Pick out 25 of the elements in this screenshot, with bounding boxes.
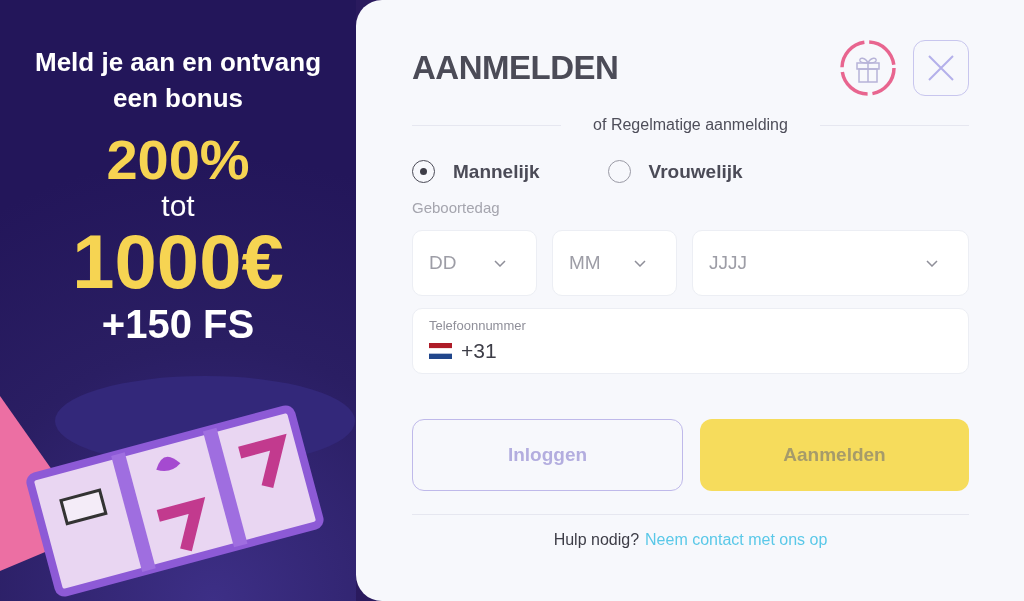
gender-radio[interactable]: Vrouwelijk — [607, 160, 743, 183]
gender-radio[interactable]: Mannelijk — [412, 160, 540, 183]
date-select[interactable]: MM — [552, 230, 677, 296]
promo-headline: Meld je aan en ontvang een bonus — [33, 46, 323, 115]
bonus-amount: 1000€ — [72, 222, 284, 302]
chevron-down-icon — [926, 259, 938, 267]
chevron-down-icon — [494, 259, 506, 267]
close-icon — [928, 55, 954, 81]
contact-link[interactable]: Neem contact met ons op — [645, 531, 828, 549]
phone-field[interactable]: Telefoonnummer +31 — [412, 308, 969, 374]
close-button[interactable] — [913, 40, 969, 96]
netherlands-flag-icon — [429, 343, 452, 359]
date-select[interactable]: DD — [412, 230, 537, 296]
date-select[interactable]: JJJJ — [692, 230, 969, 296]
bonus-percent: 200% — [106, 130, 250, 190]
chevron-down-icon — [634, 259, 646, 267]
gift-icon[interactable] — [839, 39, 897, 97]
divider-text: of Regelmatige aanmelding — [593, 116, 788, 134]
help-text: Hulp nodig? — [553, 531, 640, 549]
bonus-connector: tot — [161, 190, 195, 222]
register-button[interactable]: Aanmelden — [700, 419, 969, 491]
free-spins: +150 FS — [101, 302, 255, 346]
form-title: AANMELDEN — [412, 49, 620, 87]
birthday-label: Geboortedag — [412, 199, 501, 216]
login-button[interactable]: Inloggen — [412, 419, 683, 491]
